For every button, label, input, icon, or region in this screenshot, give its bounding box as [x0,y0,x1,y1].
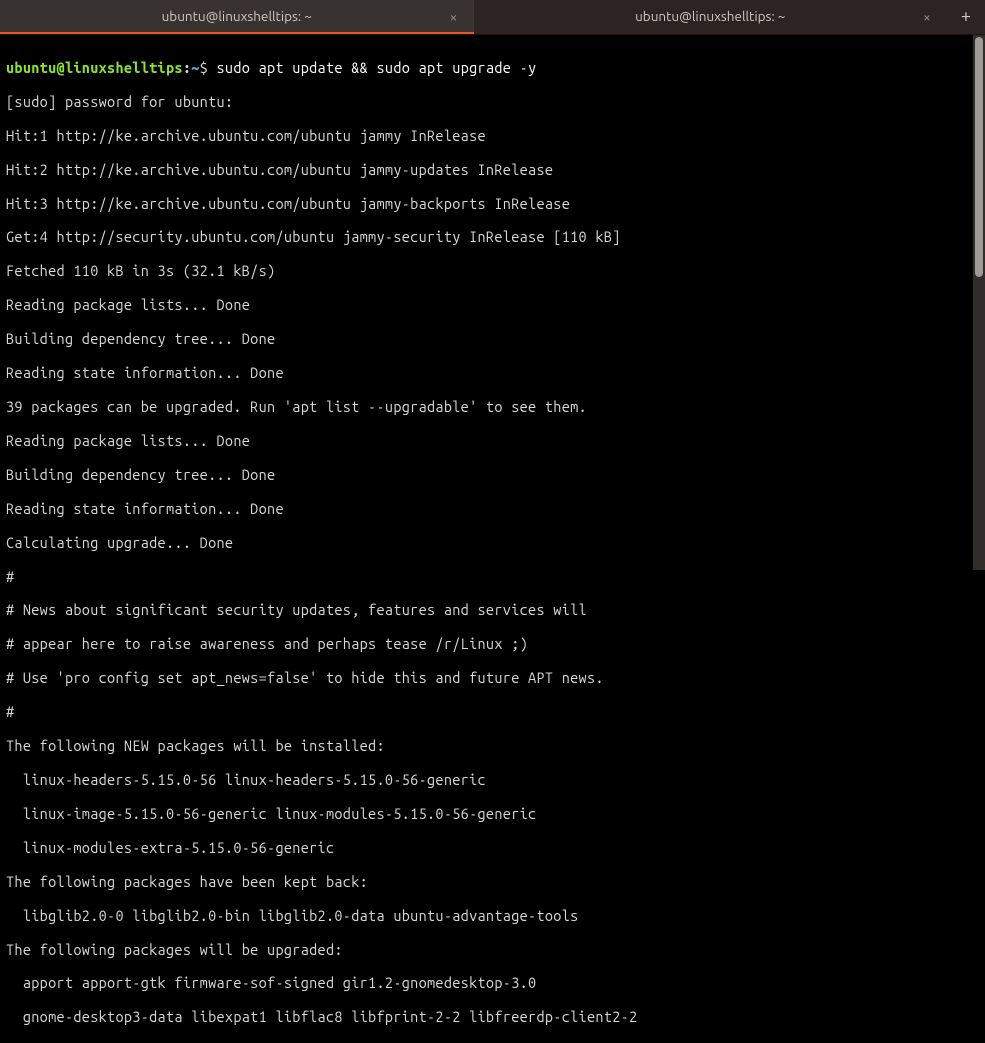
output-line: # News about significant security update… [6,602,977,619]
prompt-userhost: ubuntu@linuxshelltips [6,59,183,76]
output-line: # appear here to raise awareness and per… [6,636,977,653]
output-line: Calculating upgrade... Done [6,535,977,552]
output-line: apport apport-gtk firmware-sof-signed gi… [6,975,977,992]
tab-label: ubuntu@linuxshelltips: ~ [162,9,312,25]
output-line: Fetched 110 kB in 3s (32.1 kB/s) [6,263,977,280]
output-line: linux-image-5.15.0-56-generic linux-modu… [6,806,977,823]
scrollbar-track[interactable] [973,35,985,570]
output-line: Reading state information... Done [6,365,977,382]
output-line: Get:4 http://security.ubuntu.com/ubuntu … [6,229,977,246]
tab-label: ubuntu@linuxshelltips: ~ [635,9,785,25]
output-line: linux-headers-5.15.0-56 linux-headers-5.… [6,772,977,789]
command-text: sudo apt update && sudo apt upgrade -y [217,59,537,76]
output-line: Reading package lists... Done [6,433,977,450]
output-line: Reading package lists... Done [6,297,977,314]
prompt-path: ~ [191,59,199,76]
scrollbar-thumb[interactable] [975,37,983,277]
output-line: Hit:3 http://ke.archive.ubuntu.com/ubunt… [6,196,977,213]
output-line: The following packages will be upgraded: [6,942,977,959]
output-line: 39 packages can be upgraded. Run 'apt li… [6,399,977,416]
close-icon[interactable]: × [919,9,935,25]
new-tab-button[interactable]: + [947,0,985,34]
output-line: Hit:2 http://ke.archive.ubuntu.com/ubunt… [6,162,977,179]
output-line: Building dependency tree... Done [6,331,977,348]
terminal-viewport[interactable]: ubuntu@linuxshelltips:~$ sudo apt update… [0,35,985,1043]
output-line: # [6,569,977,586]
output-line: libglib2.0-0 libglib2.0-bin libglib2.0-d… [6,908,977,925]
output-line: [sudo] password for ubuntu: [6,94,977,111]
output-line: Building dependency tree... Done [6,467,977,484]
prompt-sep: : [183,59,191,76]
tab-0[interactable]: ubuntu@linuxshelltips: ~ × [0,0,474,34]
output-line: The following packages have been kept ba… [6,874,977,891]
prompt-line: ubuntu@linuxshelltips:~$ sudo apt update… [6,60,977,77]
output-line: Hit:1 http://ke.archive.ubuntu.com/ubunt… [6,128,977,145]
output-line: linux-modules-extra-5.15.0-56-generic [6,840,977,857]
tab-1[interactable]: ubuntu@linuxshelltips: ~ × [474,0,948,34]
output-line: # [6,704,977,721]
output-line: Reading state information... Done [6,501,977,518]
prompt-sigil: $ [200,59,208,76]
close-icon[interactable]: × [446,9,462,25]
output-line: # Use 'pro config set apt_news=false' to… [6,670,977,687]
tab-bar: ubuntu@linuxshelltips: ~ × ubuntu@linuxs… [0,0,985,35]
output-line: gnome-desktop3-data libexpat1 libflac8 l… [6,1009,977,1026]
output-line: The following NEW packages will be insta… [6,738,977,755]
